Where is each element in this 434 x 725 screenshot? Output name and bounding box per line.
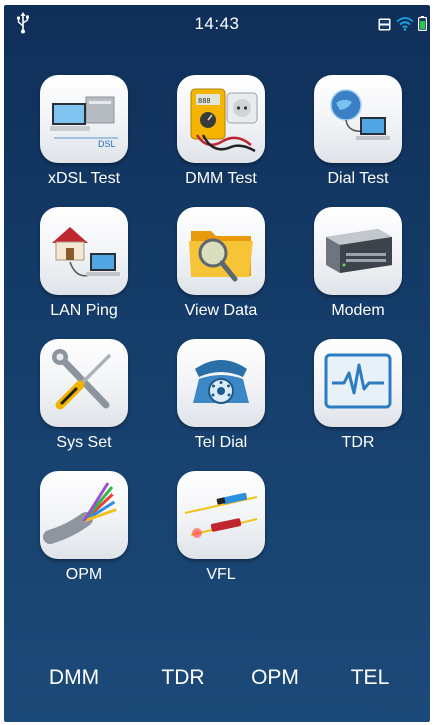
fiber-laser-pen-icon <box>177 471 265 559</box>
battery-icon <box>418 16 427 31</box>
tab-tel[interactable]: TEL <box>325 666 415 690</box>
app-label: DMM Test <box>185 170 257 187</box>
app-label: View Data <box>184 302 258 319</box>
app-sys-set[interactable]: Sys Set <box>24 339 144 452</box>
app-label: TDR <box>341 434 375 451</box>
app-tel-dial[interactable]: Tel Dial <box>161 339 281 452</box>
sd-card-icon <box>378 18 391 31</box>
folder-magnifier-icon <box>177 207 265 295</box>
waveform-monitor-icon <box>314 339 402 427</box>
app-label: Dial Test <box>327 170 389 187</box>
xdsl-computer-icon: DSL <box>40 75 128 163</box>
app-label: xDSL Test <box>47 170 121 187</box>
clock: 14:43 <box>194 14 240 33</box>
app-dmm-test[interactable]: 888 DMM Test <box>161 75 281 188</box>
svg-text:888: 888 <box>198 98 211 106</box>
wifi-icon <box>396 17 414 31</box>
app-view-data[interactable]: View Data <box>161 207 281 320</box>
xdsl-badge: DSL <box>98 139 116 149</box>
app-modem[interactable]: Modem <box>298 207 418 320</box>
app-label: Tel Dial <box>194 434 248 451</box>
app-vfl[interactable]: VFL <box>161 471 281 584</box>
app-opm[interactable]: OPM <box>24 471 144 584</box>
status-bar: 14:43 <box>4 5 430 45</box>
tab-opm[interactable]: OPM <box>230 666 320 690</box>
app-label: Sys Set <box>56 434 112 451</box>
fiber-optic-cable-icon <box>40 471 128 559</box>
app-label: VFL <box>206 566 236 583</box>
bottom-tab-bar: DMM TDR OPM TEL <box>4 660 430 700</box>
tab-dmm[interactable]: DMM <box>29 666 119 690</box>
dial-globe-laptop-icon <box>314 75 402 163</box>
app-dial-test[interactable]: Dial Test <box>298 75 418 188</box>
app-lan-ping[interactable]: LAN Ping <box>24 207 144 320</box>
rotary-telephone-icon <box>177 339 265 427</box>
app-label: Modem <box>331 302 385 319</box>
modem-icon <box>314 207 402 295</box>
home-screen: 14:43 DSL xDSL Test 888 DMM Test Dial Te… <box>4 5 430 722</box>
app-tdr[interactable]: TDR <box>298 339 418 452</box>
app-label: LAN Ping <box>50 302 118 319</box>
app-label: OPM <box>65 566 103 583</box>
wrench-screwdriver-icon <box>40 339 128 427</box>
tab-tdr[interactable]: TDR <box>138 666 228 690</box>
app-xdsl-test[interactable]: DSL xDSL Test <box>24 75 144 188</box>
multimeter-icon: 888 <box>177 75 265 163</box>
house-laptop-icon <box>40 207 128 295</box>
